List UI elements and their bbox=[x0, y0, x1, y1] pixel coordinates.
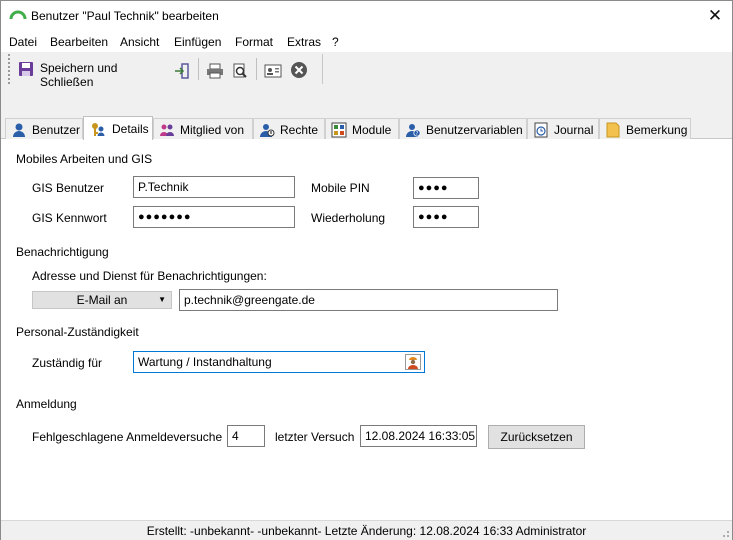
tab-bemerkung[interactable]: Bemerkung bbox=[599, 118, 691, 139]
tab-benutzervariablen[interactable]: ? Benutzervariablen bbox=[399, 118, 527, 139]
tab-bar: Benutzer Details Mitglied von Rechte Mod… bbox=[1, 116, 732, 140]
card-icon[interactable] bbox=[264, 61, 282, 81]
status-text: Erstellt: -unbekannt- -unbekannt- Letzte… bbox=[146, 524, 587, 538]
notification-address-label: Adresse und Dienst für Benachrichtigunge… bbox=[32, 269, 267, 283]
module-icon bbox=[331, 122, 347, 138]
failed-attempts-label: Fehlgeschlagene Anmeldeversuche bbox=[32, 430, 223, 444]
last-attempt-input[interactable]: 12.08.2024 16:33:05 bbox=[360, 425, 477, 447]
title-bar: Benutzer "Paul Technik" bearbeiten ✕ bbox=[1, 1, 732, 31]
reset-button[interactable]: Zurücksetzen bbox=[488, 425, 585, 449]
menu-bar: Datei Bearbeiten Ansicht Einfügen Format… bbox=[1, 32, 732, 52]
tab-label: Module bbox=[352, 123, 392, 137]
menu-datei[interactable]: Datei bbox=[9, 35, 37, 49]
responsible-for-value: Wartung / Instandhaltung bbox=[138, 355, 272, 369]
tab-details[interactable]: Details bbox=[83, 116, 153, 140]
window-title: Benutzer "Paul Technik" bearbeiten bbox=[31, 9, 219, 23]
repeat-pin-input[interactable]: ●●●● bbox=[413, 206, 479, 228]
section-title-mobile: Mobiles Arbeiten und GIS bbox=[16, 152, 153, 166]
tab-label: Details bbox=[112, 122, 149, 136]
mobile-pin-input[interactable]: ●●●● bbox=[413, 177, 479, 199]
menu-format[interactable]: Format bbox=[235, 35, 273, 49]
tab-label: Rechte bbox=[280, 123, 319, 137]
status-bar: Erstellt: -unbekannt- -unbekannt- Letzte… bbox=[1, 520, 732, 540]
print-icon[interactable] bbox=[206, 61, 224, 81]
window-close-button[interactable]: ✕ bbox=[704, 5, 726, 27]
toolbar-separator bbox=[198, 58, 199, 80]
gis-password-input[interactable]: ●●●●●●● bbox=[133, 206, 295, 228]
toolbar-separator bbox=[256, 58, 257, 80]
exit-icon[interactable] bbox=[174, 61, 190, 81]
gis-user-input[interactable]: P.Technik bbox=[133, 176, 295, 198]
variables-icon: ? bbox=[406, 124, 421, 137]
tab-journal[interactable]: Journal bbox=[527, 118, 599, 139]
cancel-icon[interactable] bbox=[290, 60, 308, 80]
tab-label: Bemerkung bbox=[626, 123, 688, 137]
menu-bearbeiten[interactable]: Bearbeiten bbox=[50, 35, 108, 49]
print-preview-icon[interactable] bbox=[232, 61, 248, 81]
details-panel: Mobiles Arbeiten und GIS GIS Benutzer P.… bbox=[1, 140, 732, 520]
menu-ansicht[interactable]: Ansicht bbox=[120, 35, 159, 49]
edit-user-window: Benutzer "Paul Technik" bearbeiten ✕ Dat… bbox=[0, 0, 733, 540]
responsible-for-input[interactable]: Wartung / Instandhaltung bbox=[133, 351, 425, 373]
gis-password-label: GIS Kennwort bbox=[32, 211, 107, 225]
chevron-down-icon: ▼ bbox=[158, 295, 166, 304]
repeat-pin-label: Wiederholung bbox=[311, 211, 386, 225]
svg-text:?: ? bbox=[416, 131, 419, 137]
app-logo-icon bbox=[9, 10, 27, 20]
mobile-pin-label: Mobile PIN bbox=[311, 181, 370, 195]
tab-benutzer[interactable]: Benutzer bbox=[5, 118, 83, 139]
rights-icon bbox=[260, 124, 275, 137]
resize-grip-icon[interactable] bbox=[720, 528, 730, 538]
section-title-login: Anmeldung bbox=[16, 397, 77, 411]
journal-icon bbox=[534, 122, 548, 138]
tab-module[interactable]: Module bbox=[325, 118, 399, 139]
toolbar-area: Speichern und Schließen bbox=[1, 52, 732, 116]
tab-label: Mitglied von bbox=[180, 123, 245, 137]
save-and-close-button[interactable]: Speichern und Schließen bbox=[14, 59, 174, 89]
responsible-for-label: Zuständig für bbox=[32, 356, 103, 370]
tab-label: Benutzervariablen bbox=[426, 123, 523, 137]
key-user-icon bbox=[92, 123, 105, 136]
tab-mitglied-von[interactable]: Mitglied von bbox=[153, 118, 253, 139]
save-and-close-label: Speichern und Schließen bbox=[40, 61, 118, 89]
notification-service-dropdown[interactable]: E-Mail an ▼ bbox=[32, 291, 172, 309]
note-icon bbox=[606, 122, 620, 138]
worker-lookup-icon[interactable] bbox=[405, 354, 421, 370]
last-attempt-label: letzter Versuch bbox=[275, 430, 355, 444]
menu-extras[interactable]: Extras bbox=[287, 35, 321, 49]
save-icon bbox=[19, 62, 33, 76]
failed-attempts-input[interactable]: 4 bbox=[227, 425, 265, 447]
section-title-responsibility: Personal-Zuständigkeit bbox=[16, 325, 139, 339]
group-icon bbox=[160, 124, 174, 136]
user-icon bbox=[13, 123, 25, 137]
notification-address-input[interactable]: p.technik@greengate.de bbox=[179, 289, 558, 311]
notification-service-value: E-Mail an bbox=[76, 293, 128, 307]
toolbar: Speichern und Schließen bbox=[8, 54, 323, 89]
tab-label: Journal bbox=[554, 123, 594, 137]
section-title-notification: Benachrichtigung bbox=[16, 245, 109, 259]
menu-einfuegen[interactable]: Einfügen bbox=[174, 35, 221, 49]
gis-user-label: GIS Benutzer bbox=[32, 181, 105, 195]
tab-rechte[interactable]: Rechte bbox=[253, 118, 325, 139]
menu-help[interactable]: ? bbox=[332, 35, 339, 49]
tab-label: Benutzer bbox=[32, 123, 81, 137]
